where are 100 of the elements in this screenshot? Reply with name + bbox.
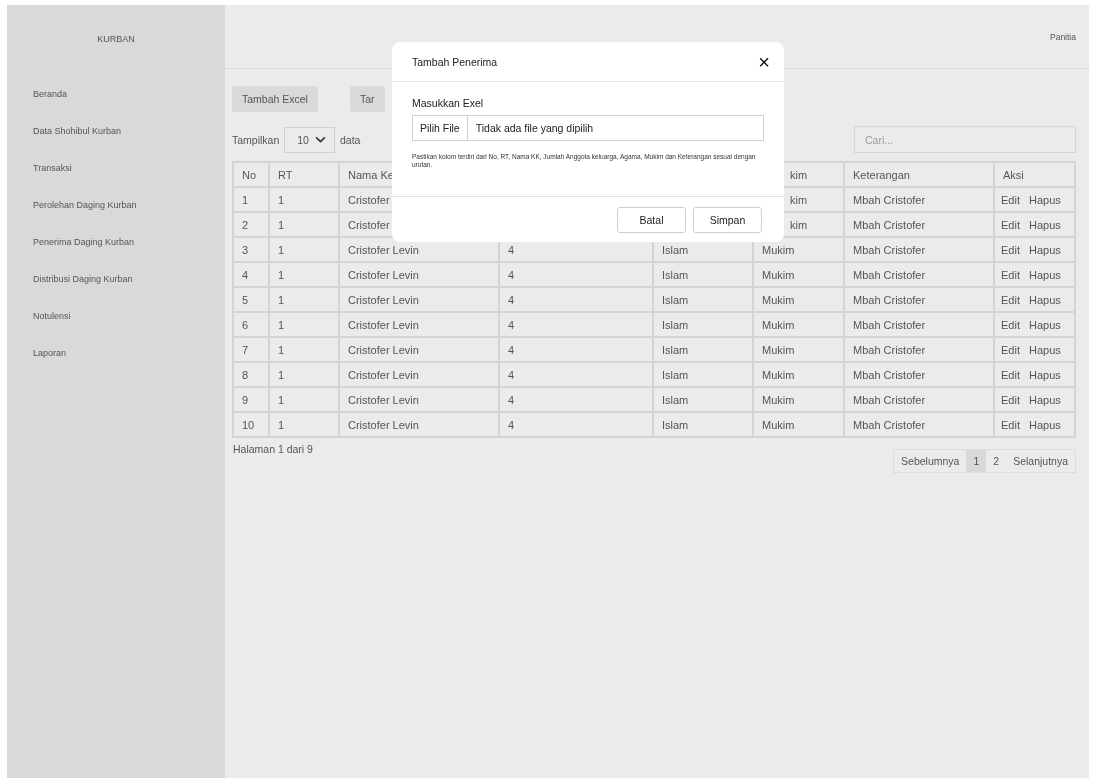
row-action-link[interactable]: Hapus xyxy=(1028,368,1061,381)
page-button[interactable]: Sebelumnya xyxy=(894,450,967,472)
dialog-button[interactable]: Batal xyxy=(617,207,686,233)
table-cell: Mukim xyxy=(753,362,844,387)
table-cell: Mbah Cristofer xyxy=(844,212,994,237)
table-cell: 6 xyxy=(233,312,269,337)
table-cell: Islam xyxy=(653,362,753,387)
action-button[interactable]: Tar xyxy=(349,86,385,112)
table-cell: Mukim xyxy=(753,337,844,362)
table-cell: Mbah Cristofer xyxy=(844,362,994,387)
table-cell: Mbah Cristofer xyxy=(844,287,994,312)
row-action-link[interactable]: Edit xyxy=(1001,243,1020,256)
row-action-link[interactable]: Edit xyxy=(1001,368,1020,381)
close-button[interactable]: × xyxy=(758,51,770,72)
sidebar-item[interactable]: Notulensi xyxy=(33,310,71,322)
table-cell: 1 xyxy=(269,412,339,437)
table-cell: Mukim xyxy=(753,262,844,287)
chevron-down-icon xyxy=(314,136,326,143)
table-cell: Mbah Cristofer xyxy=(844,412,994,437)
table-cell: Cristofer Levin xyxy=(339,412,499,437)
user-label: Panitia xyxy=(1050,32,1076,42)
page-button[interactable]: 1 xyxy=(966,450,987,472)
sidebar-item[interactable]: Beranda xyxy=(33,88,68,100)
row-action-link[interactable]: Edit xyxy=(1001,393,1020,406)
table-cell: Mukim xyxy=(753,287,844,312)
table-cell: Mbah Cristofer xyxy=(844,337,994,362)
page-button[interactable]: 2 xyxy=(986,450,1007,472)
table-cell: Mbah Cristofer xyxy=(844,237,994,262)
row-action-link[interactable]: Hapus xyxy=(1028,243,1061,256)
table-cell: Cristofer Levin xyxy=(339,362,499,387)
table-cell: 2 xyxy=(233,212,269,237)
table-cell: 4 xyxy=(499,312,653,337)
row-action-link[interactable]: Hapus xyxy=(1028,293,1061,306)
table-cell: 4 xyxy=(499,337,653,362)
table-cell: Cristofer Levin xyxy=(339,337,499,362)
column-header: Aksi xyxy=(994,162,1075,187)
row-action-link[interactable]: Edit xyxy=(1001,218,1020,231)
row-action-link[interactable]: Edit xyxy=(1001,293,1020,306)
row-action-link[interactable]: Edit xyxy=(1001,318,1020,331)
table-cell: 1 xyxy=(269,212,339,237)
table-cell: Mbah Cristofer xyxy=(844,262,994,287)
table-cell: Mukim xyxy=(753,387,844,412)
row-action-link[interactable]: Edit xyxy=(1001,268,1020,281)
table-cell: 1 xyxy=(269,237,339,262)
table-cell: Cristofer Levin xyxy=(339,262,499,287)
table-cell: Islam xyxy=(653,262,753,287)
table-cell: 4 xyxy=(499,287,653,312)
sidebar-item[interactable]: Penerima Daging Kurban xyxy=(33,236,135,248)
sidebar-item[interactable]: Transaksi xyxy=(33,162,72,174)
row-action-link[interactable]: Edit xyxy=(1001,343,1020,356)
row-action-link[interactable]: Hapus xyxy=(1028,318,1061,331)
table-cell: 1 xyxy=(269,387,339,412)
row-action-link[interactable]: Edit xyxy=(1001,193,1020,206)
table-cell: Cristofer Levin xyxy=(339,287,499,312)
table-cell: 9 xyxy=(233,387,269,412)
row-action-link[interactable]: Hapus xyxy=(1028,193,1061,206)
sidebar-item[interactable]: Perolehan Daging Kurban xyxy=(33,199,137,211)
table-cell: 3 xyxy=(233,237,269,262)
row-action-link[interactable]: Hapus xyxy=(1028,343,1061,356)
table-cell: 1 xyxy=(269,312,339,337)
page-button[interactable]: Selanjutnya xyxy=(1006,450,1075,472)
column-header: Keterangan xyxy=(844,162,994,187)
table-cell: Islam xyxy=(653,287,753,312)
action-button[interactable]: Tambah Excel xyxy=(232,86,318,112)
dialog-button[interactable]: Simpan xyxy=(693,207,762,233)
table-cell: 1 xyxy=(269,287,339,312)
table-cell: Mbah Cristofer xyxy=(844,387,994,412)
table-cell: 4 xyxy=(499,412,653,437)
sidebar-item[interactable]: Distribusi Daging Kurban xyxy=(33,273,133,285)
table-cell: 4 xyxy=(499,262,653,287)
table-cell: 1 xyxy=(269,362,339,387)
brand-title: KURBAN xyxy=(96,33,136,46)
table-cell: 4 xyxy=(499,387,653,412)
table-cell: 1 xyxy=(233,187,269,212)
page-info: Halaman 1 dari 9 xyxy=(233,443,313,455)
table-cell: Islam xyxy=(653,412,753,437)
sidebar-item[interactable]: Data Shohibul Kurban xyxy=(33,125,122,137)
column-header: No xyxy=(233,162,269,187)
file-input[interactable]: Pilih File Tidak ada file yang dipilih xyxy=(412,115,764,141)
table-cell: Mbah Cristofer xyxy=(844,312,994,337)
row-action-link[interactable]: Edit xyxy=(1001,418,1020,431)
table-cell: 1 xyxy=(269,262,339,287)
row-action-link[interactable]: Hapus xyxy=(1028,218,1061,231)
table-cell: 1 xyxy=(269,187,339,212)
column-header: RT xyxy=(269,162,339,187)
table-cell: 7 xyxy=(233,337,269,362)
field-label: Masukkan Exel xyxy=(412,97,485,109)
row-action-link[interactable]: Hapus xyxy=(1028,268,1061,281)
table-cell: Mukim xyxy=(753,312,844,337)
table-cell: Cristofer Levin xyxy=(339,312,499,337)
table-cell: 4 xyxy=(499,362,653,387)
row-action-link[interactable]: Hapus xyxy=(1028,418,1061,431)
table-cell: 1 xyxy=(269,337,339,362)
sidebar-item[interactable]: Laporan xyxy=(33,347,67,359)
row-action-link[interactable]: Hapus xyxy=(1028,393,1061,406)
table-cell: Islam xyxy=(653,337,753,362)
page-size-select[interactable]: 10 xyxy=(284,126,335,153)
table-cell: Mbah Cristofer xyxy=(844,187,994,212)
search-field[interactable]: Cari... xyxy=(854,126,1076,153)
table-cell: Mukim xyxy=(753,412,844,437)
